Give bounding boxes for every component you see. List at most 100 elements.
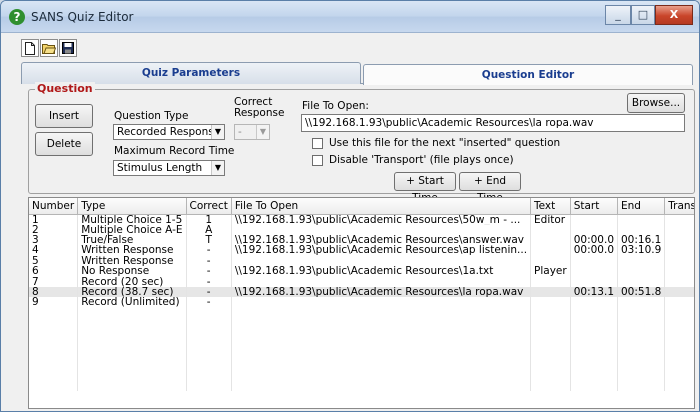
- tab-strip: Quiz Parameters Question Editor: [21, 62, 693, 85]
- max-record-time-value: Stimulus Length: [117, 162, 203, 174]
- table-cell: -: [186, 255, 232, 267]
- empty-table-cell: [530, 359, 571, 370]
- table-cell: -: [186, 266, 232, 277]
- open-folder-icon: [42, 44, 56, 54]
- file-to-open-label: File To Open:: [302, 100, 369, 112]
- table-cell: [664, 276, 694, 287]
- table-row[interactable]: 6 No Response - \\192.168.1.93\public\Acade…: [29, 266, 694, 277]
- close-button[interactable]: X: [655, 5, 693, 25]
- empty-table-cell: [530, 338, 571, 350]
- table-cell: [231, 297, 532, 308]
- table-cell: 00:13.1: [570, 286, 619, 298]
- empty-table-cell: [231, 369, 532, 381]
- chevron-down-icon: ▼: [211, 161, 224, 175]
- table-row[interactable]: 9 Record (Unlimited) -: [29, 297, 694, 308]
- table-cell: [570, 255, 619, 267]
- table-cell: \\192.168.1.93\public\Academic Resources…: [231, 234, 532, 246]
- question-type-select[interactable]: Recorded Response ▼: [113, 124, 225, 140]
- max-record-time-label: Maximum Record Time: [114, 145, 235, 157]
- table-cell: Record (38.7 sec): [77, 286, 187, 298]
- empty-table-cell: [664, 369, 694, 381]
- question-table: Number Type Correct File To Open Text Start En…: [29, 198, 694, 391]
- empty-table-cell: [77, 380, 187, 391]
- empty-table-cell: [29, 338, 79, 350]
- tab-quiz-parameters[interactable]: Quiz Parameters: [21, 62, 361, 84]
- empty-table-cell: [664, 359, 694, 370]
- table-cell: 6: [29, 266, 79, 277]
- table-row[interactable]: 3 True/False T \\192.168.1.93\public\Academ…: [29, 234, 694, 246]
- empty-table-cell: [186, 318, 232, 329]
- empty-table-cell: [664, 380, 694, 391]
- column-header[interactable]: Type: [77, 198, 187, 215]
- empty-table-cell: [617, 380, 666, 391]
- table-cell: Record (Unlimited): [77, 297, 187, 308]
- empty-table-cell: [617, 338, 666, 350]
- table-cell: 9: [29, 297, 79, 308]
- empty-table-cell: [186, 369, 232, 381]
- empty-table-cell: [530, 328, 571, 339]
- new-file-button[interactable]: [21, 39, 39, 57]
- empty-table-cell: [29, 318, 79, 329]
- disable-transport-checkbox[interactable]: [312, 155, 323, 166]
- empty-table-cell: [231, 349, 532, 360]
- column-header[interactable]: Start: [570, 198, 619, 215]
- empty-table-cell: [617, 369, 666, 381]
- browse-button[interactable]: Browse...: [627, 93, 685, 113]
- column-header[interactable]: End: [617, 198, 666, 215]
- empty-table-cell: [530, 318, 571, 329]
- table-cell: [530, 234, 571, 246]
- table-row[interactable]: 2 Multiple Choice A-E A: [29, 224, 694, 235]
- empty-table-cell: [186, 307, 232, 319]
- delete-button-label: Delete: [46, 138, 82, 150]
- table-row[interactable]: 1 Multiple Choice 1-5 1 \\192.168.1.93\publ…: [29, 214, 694, 225]
- table-cell: 1: [186, 214, 232, 225]
- end-time-button[interactable]: + End Time: [459, 172, 521, 204]
- table-row[interactable]: 8 Record (38.7 sec) - \\192.168.1.93\public…: [29, 286, 694, 298]
- table-row[interactable]: 4 Written Response - \\192.168.1.93\public\…: [29, 245, 694, 256]
- empty-table-row: [29, 328, 694, 339]
- file-to-open-input[interactable]: \\192.168.1.93\public\Academic Resources…: [301, 114, 685, 132]
- question-type-label: Question Type: [114, 110, 189, 122]
- column-header[interactable]: Text: [530, 198, 571, 215]
- question-type-value: Recorded Response: [117, 126, 221, 138]
- table-row[interactable]: 7 Record (20 sec) -: [29, 276, 694, 287]
- empty-table-cell: [570, 307, 619, 319]
- title-bar[interactable]: ? SANS Quiz Editor _ □ X: [1, 1, 699, 33]
- table-header-row: Number Type Correct File To Open Text Start En…: [29, 198, 694, 215]
- column-header[interactable]: File To Open: [231, 198, 532, 215]
- empty-table-cell: [570, 349, 619, 360]
- column-header[interactable]: Correct: [186, 198, 232, 215]
- tab-question-editor[interactable]: Question Editor: [363, 64, 693, 85]
- empty-table-row: [29, 307, 694, 319]
- correct-response-select[interactable]: - ▼: [234, 124, 270, 140]
- table-cell: 00:00.0: [570, 245, 619, 256]
- table-cell: [617, 297, 666, 308]
- column-header[interactable]: Transport: [664, 198, 694, 215]
- start-time-button[interactable]: + Start Time: [394, 172, 456, 204]
- question-list-table[interactable]: Number Type Correct File To Open Text Start En…: [28, 197, 695, 409]
- minimize-button[interactable]: _: [605, 5, 631, 25]
- chevron-down-icon: ▼: [211, 125, 224, 139]
- empty-table-cell: [77, 328, 187, 339]
- empty-table-cell: [77, 338, 187, 350]
- correct-response-label-line2: Response: [234, 107, 285, 119]
- table-cell: 2: [29, 224, 79, 235]
- help-icon: ?: [9, 9, 25, 25]
- table-cell: 00:16.1: [617, 234, 666, 246]
- table-row[interactable]: 5 Written Response -: [29, 255, 694, 267]
- save-file-button[interactable]: [59, 39, 77, 57]
- empty-table-cell: [570, 359, 619, 370]
- max-record-time-select[interactable]: Stimulus Length ▼: [113, 160, 225, 176]
- table-body: 1 Multiple Choice 1-5 1 \\192.168.1.93\publ…: [29, 214, 694, 391]
- table-cell: [530, 224, 571, 235]
- table-cell: -: [186, 245, 232, 256]
- column-header[interactable]: Number: [29, 198, 79, 215]
- table-cell: [664, 297, 694, 308]
- maximize-button[interactable]: □: [631, 5, 655, 25]
- insert-button[interactable]: Insert: [35, 104, 93, 128]
- empty-table-cell: [231, 338, 532, 350]
- delete-button[interactable]: Delete: [35, 132, 93, 156]
- table-cell: 00:00.0: [570, 234, 619, 246]
- use-file-checkbox[interactable]: [312, 138, 323, 149]
- open-file-button[interactable]: [40, 39, 58, 57]
